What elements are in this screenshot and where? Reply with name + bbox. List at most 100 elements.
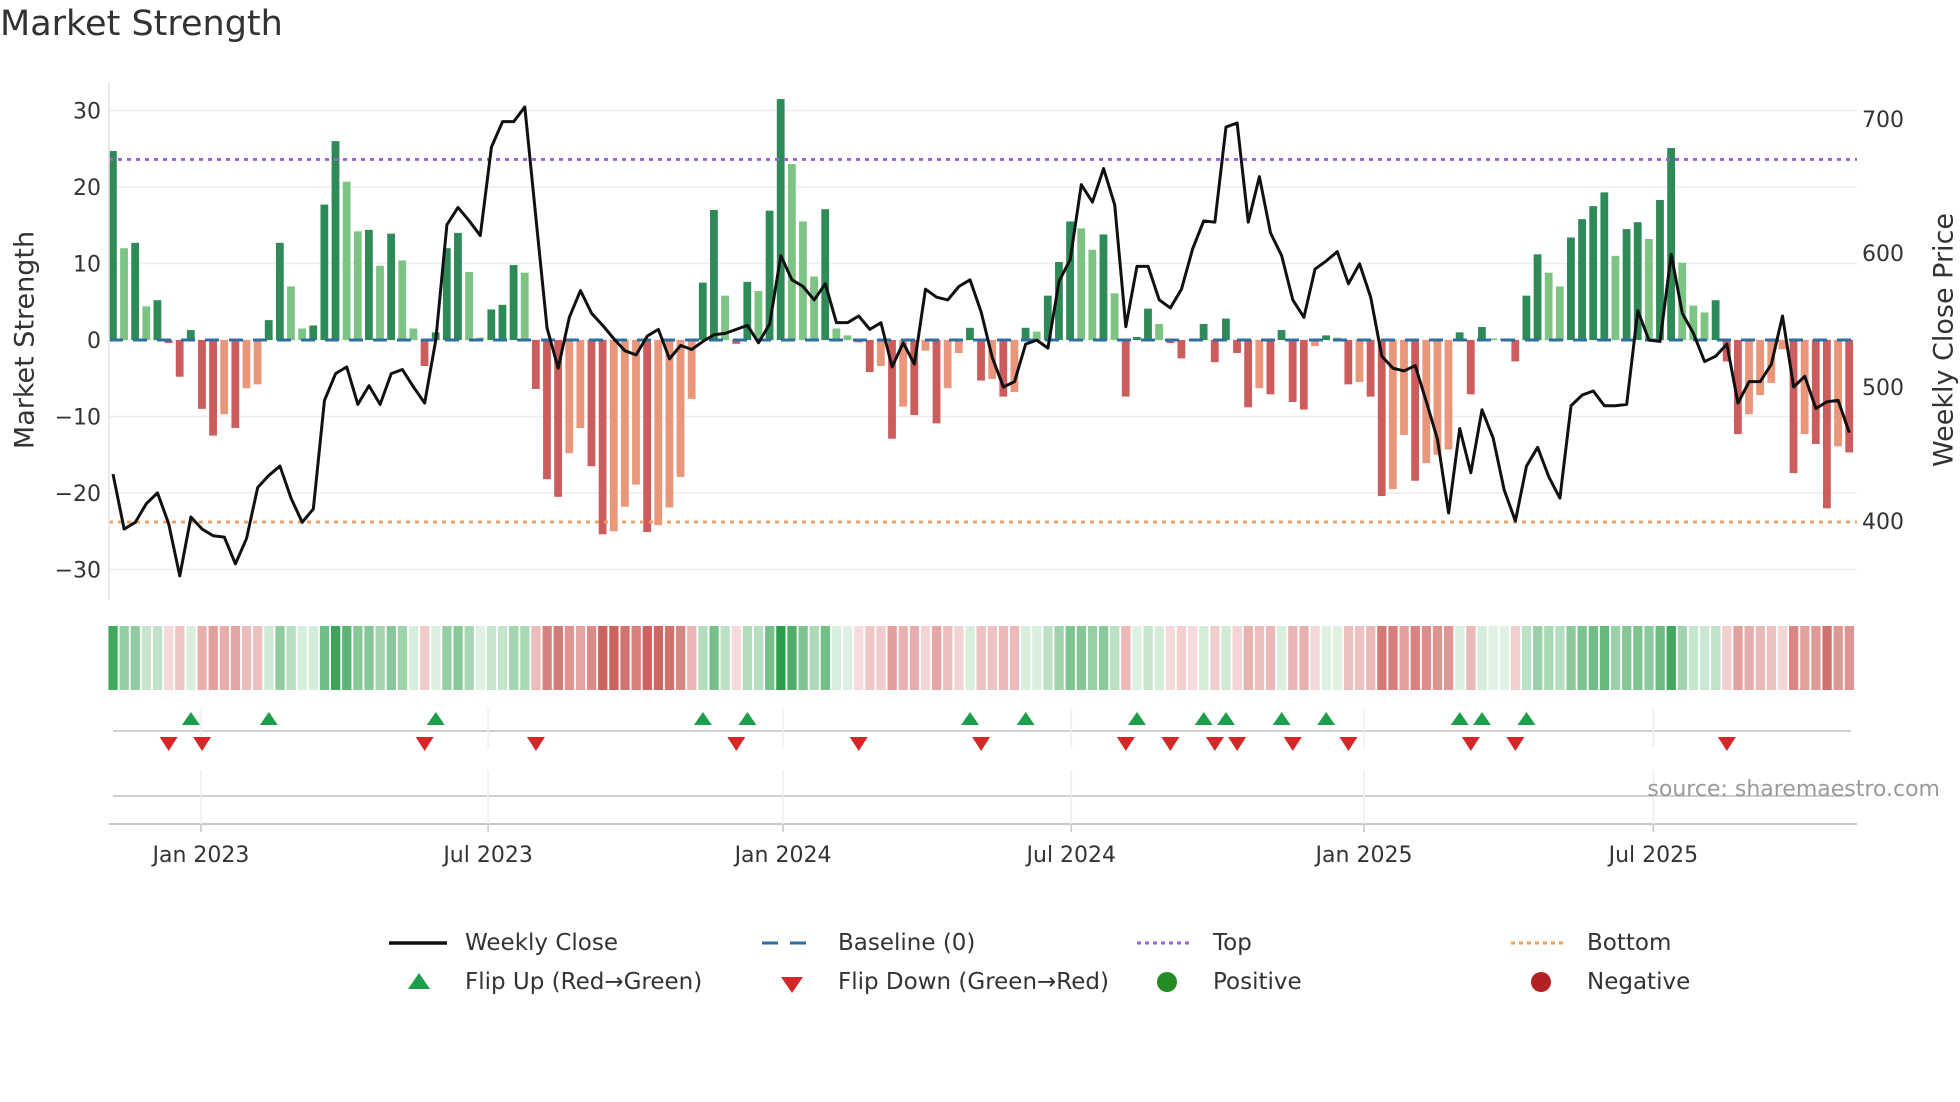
flip-down-marker xyxy=(1161,737,1180,751)
heatmap-cell xyxy=(1299,626,1309,690)
heatmap-cell xyxy=(876,626,886,690)
flip-down-marker xyxy=(526,737,545,751)
heatmap-cell xyxy=(1110,626,1120,690)
heatmap-cell xyxy=(542,626,552,690)
heatmap-cell xyxy=(1143,626,1153,690)
y2-tick-label: 500 xyxy=(1862,376,1904,401)
strength-bar xyxy=(364,229,373,340)
strength-bar xyxy=(387,233,396,340)
x-tick-label: Jan 2023 xyxy=(150,843,249,868)
heatmap-cell xyxy=(1477,626,1487,690)
flip-up-marker xyxy=(1472,712,1491,725)
triangle-up-icon xyxy=(389,969,449,995)
heatmap-cell xyxy=(1833,626,1843,690)
heatmap-cell xyxy=(1132,626,1142,690)
strength-bar xyxy=(409,328,418,340)
y-axis-label: Market Strength xyxy=(10,231,41,449)
heatmap-cell xyxy=(1844,626,1854,690)
strength-bar xyxy=(298,328,307,340)
strength-bar xyxy=(1266,340,1275,395)
strength-bar xyxy=(943,340,952,389)
strength-bar xyxy=(331,141,340,340)
heatmap-cell xyxy=(1377,626,1387,690)
strength-bar xyxy=(131,242,140,340)
heatmap-cell xyxy=(1622,626,1632,690)
heatmap-cell xyxy=(241,626,252,690)
heatmap-cell xyxy=(164,626,174,690)
legend-negative: Negative xyxy=(1511,969,1690,995)
heatmap-cell xyxy=(1744,626,1754,690)
heatmap-cell xyxy=(420,626,430,690)
heatmap-cell xyxy=(887,626,897,690)
flip-up-marker xyxy=(1194,712,1213,725)
y-tick-label: 30 xyxy=(73,100,101,125)
x-tick-label: Jul 2023 xyxy=(441,843,533,868)
strength-bar xyxy=(932,340,941,424)
strength-bar xyxy=(1533,254,1542,340)
flip-down-marker xyxy=(1116,737,1135,751)
strength-bar xyxy=(175,340,184,377)
strength-bar xyxy=(320,204,329,340)
heatmap-cell xyxy=(1188,626,1198,690)
strength-bar xyxy=(799,221,807,340)
flip-up-marker xyxy=(1127,712,1146,725)
heatmap-cell xyxy=(1076,626,1087,690)
strength-bar xyxy=(1244,340,1253,408)
flip-down-marker xyxy=(849,737,868,751)
heatmap-cell xyxy=(497,626,508,690)
heatmap-cell xyxy=(408,626,419,690)
strength-bar xyxy=(1344,340,1353,385)
heatmap-cell xyxy=(609,626,619,690)
heatmap-cell xyxy=(575,626,586,690)
legend-flip-down: Flip Down (Green→Red) xyxy=(762,969,1109,995)
flip-down-marker xyxy=(415,737,434,751)
strength-bar xyxy=(275,242,284,340)
strength-bar xyxy=(1110,293,1119,340)
flip-up-marker xyxy=(259,712,278,725)
strength-bar xyxy=(1021,327,1030,340)
strength-bar xyxy=(632,340,640,485)
strength-bar xyxy=(1277,330,1286,340)
y-tick-label: −30 xyxy=(55,559,101,584)
strength-bar xyxy=(676,340,685,477)
heatmap-cell xyxy=(152,626,163,690)
heatmap-cell xyxy=(1777,626,1788,690)
strength-bar xyxy=(598,340,607,535)
heatmap-cell xyxy=(1722,626,1732,690)
strength-bar xyxy=(1099,234,1108,340)
strength-bar xyxy=(1355,340,1364,383)
strength-bar xyxy=(1088,249,1097,340)
flip-up-marker xyxy=(1217,712,1235,725)
strength-bar xyxy=(832,328,841,340)
heatmap-cell xyxy=(1032,626,1042,690)
y-tick-label: 20 xyxy=(73,176,101,201)
legend-weekly-close: Weekly Close xyxy=(389,930,618,956)
flip-up-marker xyxy=(1517,712,1536,725)
heatmap-cell xyxy=(431,626,441,690)
legend-label: Flip Up (Red→Green) xyxy=(465,969,703,995)
strength-bar xyxy=(1377,340,1386,497)
heatmap-cell xyxy=(898,626,908,690)
x-tick-label: Jan 2024 xyxy=(733,843,832,868)
heatmap-cell xyxy=(1444,626,1454,690)
strength-bar xyxy=(1567,237,1575,340)
heatmap-cell xyxy=(698,626,708,690)
strength-bar xyxy=(1411,340,1420,481)
y2-tick-label: 400 xyxy=(1862,510,1904,535)
heatmap-cell xyxy=(397,626,408,690)
legend-positive: Positive xyxy=(1137,969,1302,995)
heatmap-cell xyxy=(1566,626,1576,690)
heatmap-cell xyxy=(787,626,797,690)
strength-bar xyxy=(1711,300,1720,340)
heatmap-cell xyxy=(1432,626,1443,690)
strength-bar xyxy=(520,272,529,340)
heatmap-cell xyxy=(531,626,541,690)
heatmap-cell xyxy=(1688,626,1699,690)
strength-bar xyxy=(876,340,885,367)
flip-down-marker xyxy=(727,737,746,751)
heatmap-cell xyxy=(308,626,319,690)
strength-bar xyxy=(231,340,240,428)
heatmap-cell xyxy=(1154,626,1164,690)
legend-label: Bottom xyxy=(1587,930,1672,956)
heatmap-cell xyxy=(564,626,575,690)
